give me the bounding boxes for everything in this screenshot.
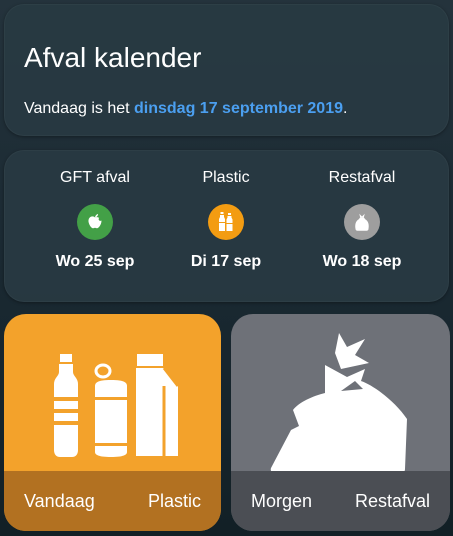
- tile-tomorrow-footer: Morgen Restafval: [231, 471, 450, 531]
- schedule-item-gft[interactable]: GFT afval Wo 25 sep: [35, 168, 155, 272]
- bottles-icon: [208, 204, 244, 240]
- schedule-item-restafval[interactable]: Restafval Wo 18 sep: [302, 168, 422, 272]
- tile-when: Morgen: [251, 490, 313, 511]
- trash-bag-icon: [344, 204, 380, 240]
- today-line: Vandaag is het dinsdag 17 september 2019…: [24, 99, 347, 119]
- today-date: dinsdag 17 september 2019: [134, 100, 343, 117]
- today-suffix: .: [343, 100, 348, 117]
- schedule-date: Wo 25 sep: [55, 253, 135, 270]
- header-card: Afval kalender Vandaag is het dinsdag 17…: [4, 4, 449, 136]
- schedule-item-plastic[interactable]: Plastic Di 17 sep: [166, 168, 286, 272]
- tile-type: Restafval: [354, 490, 430, 511]
- schedule-date: Di 17 sep: [190, 253, 262, 270]
- tile-today[interactable]: Vandaag Plastic: [4, 314, 221, 531]
- trash-bag-icon: [270, 333, 407, 473]
- tile-tomorrow[interactable]: Morgen Restafval: [231, 314, 450, 531]
- schedule-label: Restafval: [328, 169, 396, 186]
- schedule-card: GFT afval Wo 25 sep Plastic Di 17 sep Re…: [4, 150, 449, 302]
- apple-icon: [77, 204, 113, 240]
- schedule-label: GFT afval: [60, 169, 130, 186]
- tile-when: Vandaag: [24, 490, 95, 511]
- plastic-items-icon: [54, 354, 180, 457]
- page-title: Afval kalender: [24, 42, 202, 73]
- today-prefix: Vandaag is het: [24, 100, 135, 117]
- schedule-label: Plastic: [202, 169, 250, 186]
- tile-type: Plastic: [147, 490, 201, 511]
- schedule-date: Wo 18 sep: [322, 253, 402, 270]
- tile-today-footer: Vandaag Plastic: [4, 471, 221, 531]
